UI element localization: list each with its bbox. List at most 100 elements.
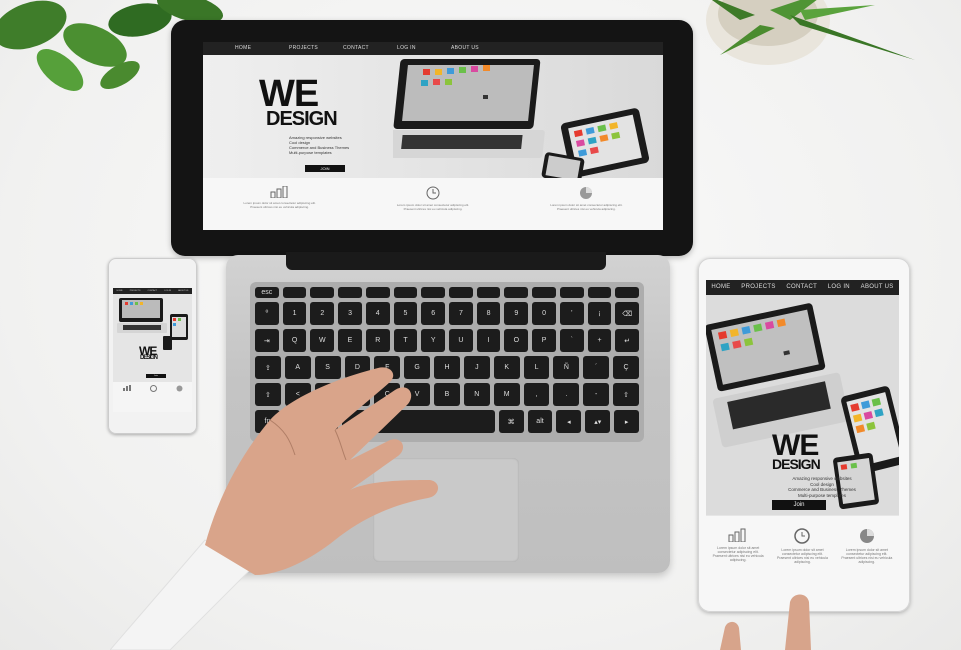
keyboard-key[interactable]: T xyxy=(393,329,418,352)
keyboard-key[interactable]: 9 xyxy=(504,302,529,325)
tablet-feature-row: Lorem ipsum dolor sit amet consectetur a… xyxy=(706,516,899,589)
keyboard-key[interactable]: 7 xyxy=(449,302,473,325)
keyboard-key[interactable]: 0 xyxy=(532,302,556,325)
tablet-nav-login[interactable]: LOG IN xyxy=(828,280,850,295)
keyboard-key[interactable]: 5 xyxy=(393,302,418,325)
tagline-4: Multi-purpose templates xyxy=(289,150,332,155)
keyboard-key[interactable]: + xyxy=(587,329,612,352)
keyboard-row: esc xyxy=(255,287,640,298)
keyboard-key[interactable] xyxy=(504,287,529,298)
phone-website-nav: HOME PROJECTS CONTACT LOG IN ABOUT US xyxy=(113,288,192,294)
keyboard-key[interactable]: N xyxy=(463,383,490,406)
laptop-screen: HOME PROJECTS CONTACT LOG IN ABOUT US WE… xyxy=(203,42,663,230)
keyboard-key[interactable] xyxy=(476,287,501,298)
keyboard-key[interactable] xyxy=(365,287,390,298)
tablet-nav-contact[interactable]: CONTACT xyxy=(786,280,817,295)
keyboard-key[interactable]: ↵ xyxy=(615,329,640,352)
tablet-join-button[interactable]: Join xyxy=(772,500,826,510)
nav-login[interactable]: LOG IN xyxy=(397,42,451,55)
keyboard-key[interactable]: alt xyxy=(527,410,553,433)
keyboard-key[interactable]: R xyxy=(365,329,390,352)
keyboard-key[interactable]: Ñ xyxy=(553,356,580,379)
keyboard-key[interactable] xyxy=(393,287,418,298)
phone-nav-contact[interactable]: CONTACT xyxy=(148,288,158,294)
keyboard-key[interactable] xyxy=(532,287,556,298)
keyboard-key[interactable]: Ç xyxy=(613,356,639,379)
keyboard-key[interactable]: - xyxy=(583,383,610,406)
tablet-nav-home[interactable]: HOME xyxy=(711,280,730,295)
hero-title-we: WE xyxy=(259,73,319,115)
keyboard-key[interactable] xyxy=(449,287,473,298)
tablet-screen: HOME PROJECTS CONTACT LOG IN ABOUT US WE… xyxy=(706,280,899,589)
keyboard-key[interactable]: , xyxy=(523,383,550,406)
keyboard-key[interactable]: ¡ xyxy=(587,302,612,325)
tablet-feature-3: Lorem ipsum dolor sit amet consectetur a… xyxy=(838,528,896,589)
keyboard-key[interactable] xyxy=(282,287,307,298)
keyboard-key[interactable]: ⌫ xyxy=(615,302,640,325)
keyboard-key[interactable]: K xyxy=(493,356,520,379)
keyboard-key[interactable]: I xyxy=(476,329,501,352)
tablet-feature-2: Lorem ipsum dolor sit amet consectetur a… xyxy=(773,528,831,589)
nav-contact[interactable]: CONTACT xyxy=(343,42,397,55)
keyboard-key[interactable]: 2 xyxy=(310,302,335,325)
keyboard-key[interactable]: ' xyxy=(559,302,584,325)
keyboard-key[interactable]: ⇧ xyxy=(613,383,639,406)
keyboard-key[interactable]: º xyxy=(255,302,279,325)
phone-nav-login[interactable]: LOG IN xyxy=(164,288,171,294)
keyboard-key[interactable]: . xyxy=(553,383,580,406)
hero-title-design: DESIGN xyxy=(266,108,338,130)
join-button[interactable]: JOIN xyxy=(305,165,345,172)
keyboard-key[interactable]: ▸ xyxy=(614,410,640,433)
keyboard-key[interactable]: 1 xyxy=(282,302,307,325)
phone-nav-projects[interactable]: PROJECTS xyxy=(130,288,141,294)
keyboard-key[interactable]: 3 xyxy=(338,302,362,325)
nav-home[interactable]: HOME xyxy=(235,42,289,55)
keyboard-key[interactable]: J xyxy=(463,356,490,379)
keyboard-key[interactable] xyxy=(587,287,612,298)
tablet-hero-we: WE xyxy=(772,429,819,462)
keyboard-key[interactable]: Q xyxy=(282,329,307,352)
keyboard-key[interactable]: P xyxy=(532,329,556,352)
nav-projects[interactable]: PROJECTS xyxy=(289,42,343,55)
keyboard-key[interactable]: O xyxy=(504,329,529,352)
keyboard-key[interactable] xyxy=(559,287,584,298)
tablet-feature-2-text: Lorem ipsum dolor sit amet consectetur a… xyxy=(776,548,828,564)
keyboard-key[interactable]: 6 xyxy=(421,302,446,325)
hero-device-illustration xyxy=(393,59,650,178)
laptop-feature-row: Lorem ipsum dolor sit amet consectetur a… xyxy=(203,178,663,230)
keyboard-key[interactable] xyxy=(421,287,446,298)
keyboard-key[interactable]: E xyxy=(338,329,362,352)
keyboard-key[interactable]: 4 xyxy=(365,302,390,325)
tablet-hero-taglines: Amazing responsive websites Cool design … xyxy=(772,476,872,498)
keyboard-key[interactable]: ` xyxy=(559,329,584,352)
keyboard-key[interactable]: ▴▾ xyxy=(585,410,611,433)
keyboard-key[interactable]: ⇥ xyxy=(255,329,279,352)
keyboard-key[interactable] xyxy=(615,287,640,298)
keyboard-key[interactable]: ´ xyxy=(583,356,610,379)
phone-nav-about[interactable]: ABOUT US xyxy=(178,288,188,294)
feature-2-text: Lorem ipsum dolor sit amet consectetur a… xyxy=(396,203,470,211)
keyboard-key[interactable]: ◂ xyxy=(556,410,582,433)
keyboard-key[interactable] xyxy=(338,287,362,298)
keyboard-key[interactable]: 8 xyxy=(476,302,501,325)
bar-chart-icon xyxy=(270,186,288,198)
tablet-nav-about[interactable]: ABOUT US xyxy=(861,280,894,295)
keyboard-key[interactable] xyxy=(310,287,335,298)
tablet-feature-3-text: Lorem ipsum dolor sit amet consectetur a… xyxy=(841,548,893,564)
keyboard-key[interactable]: esc xyxy=(255,287,279,298)
typing-hand xyxy=(110,367,439,650)
keyboard-key[interactable]: W xyxy=(310,329,335,352)
feature-1-text: Lorem ipsum dolor sit amet consectetur a… xyxy=(243,201,316,209)
keyboard-key[interactable]: ⌘ xyxy=(498,410,524,433)
tablet-nav-projects[interactable]: PROJECTS xyxy=(741,280,775,295)
keyboard-key[interactable]: Y xyxy=(421,329,446,352)
hero-taglines: Amazing responsive websites Cool design … xyxy=(289,135,379,155)
desk-scene: HOME PROJECTS CONTACT LOG IN ABOUT US WE… xyxy=(0,0,961,650)
phone-nav-home[interactable]: HOME xyxy=(117,288,123,294)
plant-top-right xyxy=(706,0,915,65)
keyboard-key[interactable]: L xyxy=(523,356,550,379)
tablet-hero-design: DESIGN xyxy=(772,456,821,472)
keyboard-key[interactable]: U xyxy=(449,329,473,352)
nav-about[interactable]: ABOUT US xyxy=(451,42,505,55)
keyboard-key[interactable]: M xyxy=(493,383,520,406)
